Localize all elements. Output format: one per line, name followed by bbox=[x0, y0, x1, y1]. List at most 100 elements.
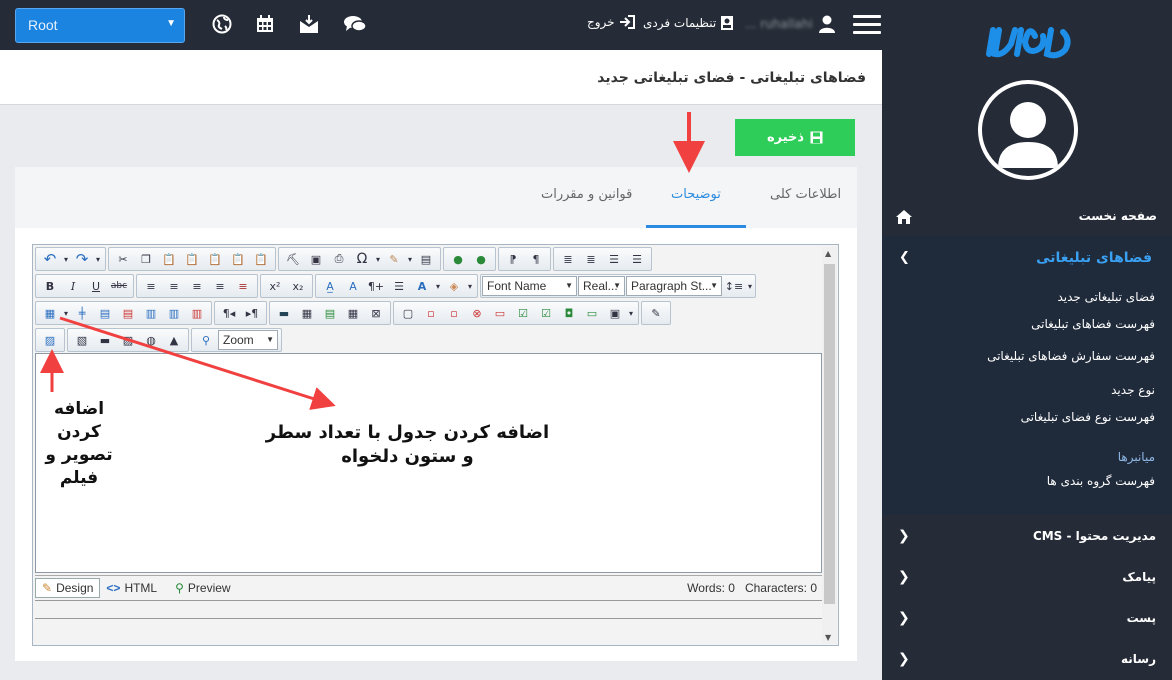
insert-row-below-icon[interactable]: ▤ bbox=[94, 303, 116, 323]
sidebar-item-post[interactable]: پست ❮ bbox=[882, 598, 1172, 638]
chat-icon[interactable] bbox=[343, 12, 367, 36]
italic-icon[interactable]: I bbox=[62, 276, 84, 296]
delete-row-icon[interactable]: ▤ bbox=[117, 303, 139, 323]
table-props-icon[interactable]: ▬ bbox=[273, 303, 295, 323]
insert-link-icon[interactable]: ● bbox=[447, 249, 469, 269]
highlight-dropdown-icon[interactable]: ▾ bbox=[466, 276, 474, 296]
font-name-select[interactable]: Font Name ▼ bbox=[482, 276, 577, 296]
delete-column-icon[interactable]: ▥ bbox=[186, 303, 208, 323]
insert-document-icon[interactable]: ▲ bbox=[163, 330, 185, 350]
format-painter-icon[interactable]: ✎ bbox=[383, 249, 405, 269]
align-left-icon[interactable]: ≡ bbox=[140, 276, 162, 296]
rtl-icon[interactable]: ¶ bbox=[525, 249, 547, 269]
submenu-item[interactable]: فضای تبلیغاتی جدید bbox=[1057, 290, 1155, 304]
copy-icon[interactable]: ❐ bbox=[135, 249, 157, 269]
scroll-up-icon[interactable]: ▲ bbox=[825, 249, 831, 258]
font-size-select[interactable]: Real... ▼ bbox=[578, 276, 625, 296]
insert-password-icon[interactable]: ⊗ bbox=[466, 303, 488, 323]
submenu-item[interactable]: فهرست فضاهای تبلیغاتی bbox=[1031, 317, 1155, 331]
font-case-icon[interactable]: A̲ bbox=[319, 276, 341, 296]
sidebar-item-home[interactable]: صفحه نخست bbox=[882, 200, 1172, 232]
logout-link[interactable]: خروج bbox=[587, 15, 635, 29]
find-icon[interactable]: ⛏ bbox=[282, 249, 304, 269]
user-menu[interactable]: ruhallahi ... bbox=[745, 15, 835, 33]
hamburger-menu-icon[interactable] bbox=[853, 15, 881, 35]
strikethrough-icon[interactable]: abc bbox=[108, 276, 130, 296]
insert-column-right-icon[interactable]: ▥ bbox=[163, 303, 185, 323]
preview-mode-tab[interactable]: ⚲ Preview bbox=[169, 578, 236, 598]
align-right-icon[interactable]: ≡ bbox=[186, 276, 208, 296]
paragraph-icon[interactable]: ¶+ bbox=[365, 276, 387, 296]
insert-textarea-icon[interactable]: ▫ bbox=[443, 303, 465, 323]
personal-settings-link[interactable]: تنظیمات فردی bbox=[643, 15, 734, 31]
insert-image-icon[interactable]: ▨ bbox=[39, 330, 61, 350]
paste-icon[interactable]: 📋 bbox=[158, 249, 180, 269]
cell-rtl-icon[interactable]: ▸¶ bbox=[241, 303, 263, 323]
undo-dropdown-icon[interactable]: ▾ bbox=[62, 249, 70, 269]
insert-checkbox-icon[interactable]: ☑ bbox=[512, 303, 534, 323]
insert-hidden-icon[interactable]: ▭ bbox=[489, 303, 511, 323]
submenu-item[interactable]: فهرست سفارش فضاهای تبلیغاتی bbox=[987, 349, 1155, 363]
special-char-dropdown-icon[interactable]: ▾ bbox=[374, 249, 382, 269]
insert-youtube-icon[interactable]: ◍ bbox=[140, 330, 162, 350]
insert-select-icon[interactable]: ◘ bbox=[558, 303, 580, 323]
print-icon[interactable]: ⎙ bbox=[328, 249, 350, 269]
special-char-icon[interactable]: Ω bbox=[351, 249, 373, 269]
scrollbar-thumb[interactable] bbox=[824, 264, 835, 604]
split-cell-icon[interactable]: ⊠ bbox=[365, 303, 387, 323]
insert-form-icon[interactable]: ▢ bbox=[397, 303, 419, 323]
zoom-icon[interactable]: ⚲ bbox=[195, 330, 217, 350]
font-size-icon[interactable]: A bbox=[342, 276, 364, 296]
superscript-icon[interactable]: x² bbox=[264, 276, 286, 296]
insert-media-icon[interactable]: ▬ bbox=[94, 330, 116, 350]
redo-icon[interactable]: ↷ bbox=[71, 249, 93, 269]
remove-link-icon[interactable]: ● bbox=[470, 249, 492, 269]
numbered-list-icon[interactable]: ☰ bbox=[603, 249, 625, 269]
insert-flash-icon[interactable]: ▨ bbox=[117, 330, 139, 350]
outdent-icon[interactable]: ≣ bbox=[557, 249, 579, 269]
cell-ltr-icon[interactable]: ¶◂ bbox=[218, 303, 240, 323]
submenu-item[interactable]: فهرست نوع فضای تبلیغاتی bbox=[1021, 410, 1155, 424]
cell-props-icon[interactable]: ▦ bbox=[296, 303, 318, 323]
highlight-color-icon[interactable]: ◈ bbox=[443, 276, 465, 296]
indent-icon[interactable]: ≣ bbox=[580, 249, 602, 269]
mail-icon[interactable] bbox=[297, 12, 321, 36]
sidebar-item-ad-spaces[interactable]: فضاهای تبلیغاتی ❯ bbox=[882, 236, 1172, 279]
insert-button-icon[interactable]: ▭ bbox=[581, 303, 603, 323]
paragraph-style-select[interactable]: Paragraph St... ▼ bbox=[626, 276, 722, 296]
sidebar-item-sms[interactable]: پیامک ❮ bbox=[882, 557, 1172, 597]
insert-row-icon[interactable]: ╪ bbox=[71, 303, 93, 323]
row-props-icon[interactable]: ▤ bbox=[319, 303, 341, 323]
select-all-icon[interactable]: ▣ bbox=[305, 249, 327, 269]
insert-radio-icon[interactable]: ☑ bbox=[535, 303, 557, 323]
tab-description[interactable]: توضیحات bbox=[671, 187, 721, 202]
editor-scrollbar[interactable]: ▲ ▼ bbox=[822, 247, 837, 644]
submenu-item[interactable]: نوع جدید bbox=[1111, 383, 1155, 397]
calendar-icon[interactable] bbox=[253, 12, 277, 36]
submenu-item[interactable]: فهرست گروه بندی ها bbox=[1047, 474, 1155, 488]
spellcheck-icon[interactable]: ✎ bbox=[645, 303, 667, 323]
paste-html-icon[interactable]: 📋 bbox=[227, 249, 249, 269]
image-map-icon[interactable]: ▤ bbox=[415, 249, 437, 269]
paste-plain-icon[interactable]: 📋 bbox=[250, 249, 272, 269]
merge-cells-icon[interactable]: ▦ bbox=[342, 303, 364, 323]
ltr-icon[interactable]: ⁋ bbox=[502, 249, 524, 269]
bold-icon[interactable]: B bbox=[39, 276, 61, 296]
insert-image-button-dropdown-icon[interactable]: ▾ bbox=[627, 303, 635, 323]
zoom-select[interactable]: Zoom ▼ bbox=[218, 330, 278, 350]
insert-column-icon[interactable]: ▥ bbox=[140, 303, 162, 323]
paste-word-icon[interactable]: 📋 bbox=[204, 249, 226, 269]
line-spacing-dropdown-icon[interactable]: ▾ bbox=[746, 276, 754, 296]
horizontal-rule-icon[interactable]: ☰ bbox=[388, 276, 410, 296]
save-button[interactable]: ذخیره bbox=[735, 119, 855, 156]
format-painter-dropdown-icon[interactable]: ▾ bbox=[406, 249, 414, 269]
insert-table-dropdown-icon[interactable]: ▾ bbox=[62, 303, 70, 323]
insert-textbox-icon[interactable]: ▫ bbox=[420, 303, 442, 323]
tab-general-info[interactable]: اطلاعات کلی bbox=[770, 187, 841, 202]
scroll-down-icon[interactable]: ▼ bbox=[825, 633, 831, 642]
align-justify-icon[interactable]: ≡ bbox=[209, 276, 231, 296]
html-mode-tab[interactable]: <> HTML bbox=[100, 578, 163, 598]
redo-dropdown-icon[interactable]: ▾ bbox=[94, 249, 102, 269]
line-spacing-icon[interactable]: ↕≡ bbox=[723, 276, 745, 296]
paste-text-icon[interactable]: 📋 bbox=[181, 249, 203, 269]
